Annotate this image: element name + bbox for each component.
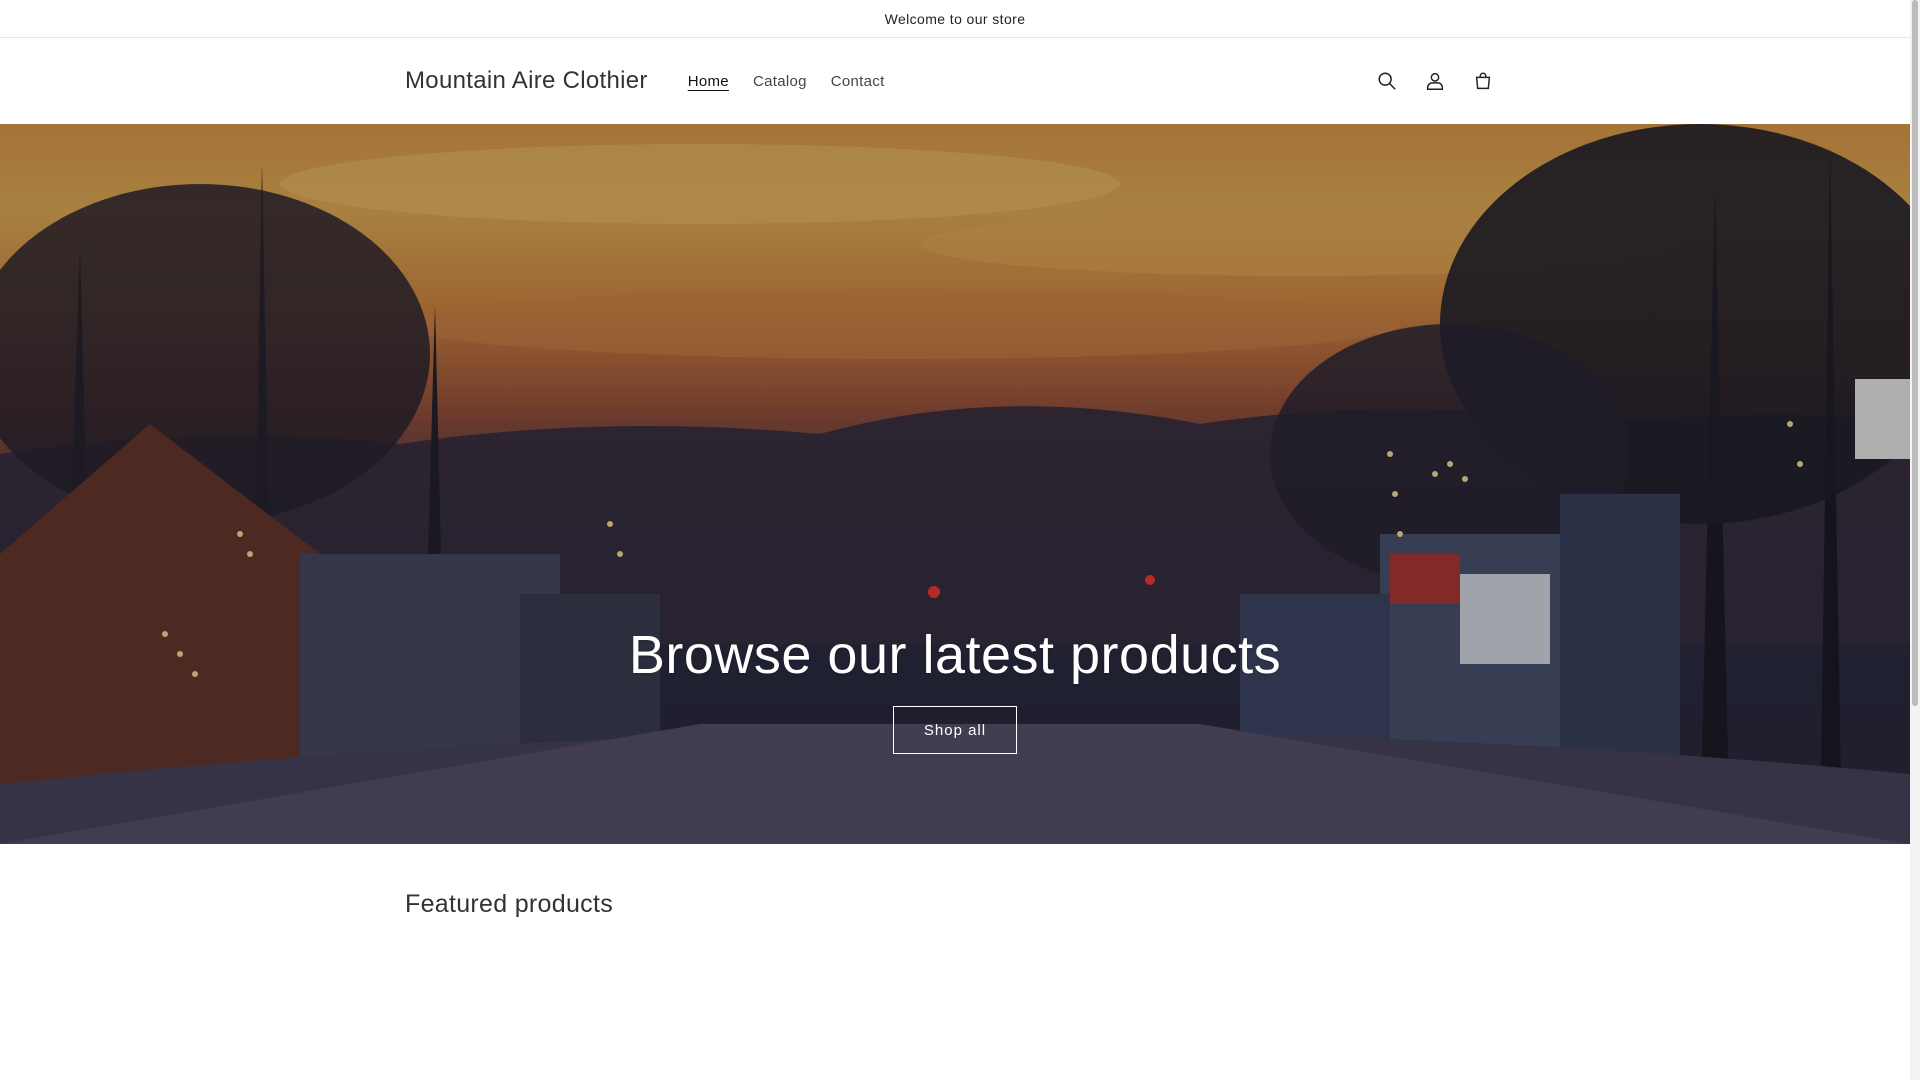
nav-contact[interactable]: Contact bbox=[819, 65, 897, 98]
store-content: Welcome to our store Mountain Aire Cloth… bbox=[0, 0, 1910, 1080]
scrollbar[interactable] bbox=[1910, 0, 1920, 1080]
announcement-text: Welcome to our store bbox=[884, 10, 1026, 27]
site-header: Mountain Aire Clothier Home Catalog Cont… bbox=[0, 38, 1910, 124]
shop-all-button[interactable]: Shop all bbox=[892, 706, 1018, 754]
cart-icon[interactable] bbox=[1461, 59, 1505, 103]
hero-title: Browse our latest products bbox=[628, 625, 1282, 685]
account-icon[interactable] bbox=[1413, 59, 1457, 103]
hero-content: Browse our latest products Shop all bbox=[0, 624, 1910, 754]
page: Welcome to our store Mountain Aire Cloth… bbox=[0, 0, 1920, 1080]
announcement-bar: Welcome to our store bbox=[0, 0, 1910, 38]
scrollbar-thumb[interactable] bbox=[1912, 0, 1918, 706]
store-logo[interactable]: Mountain Aire Clothier bbox=[405, 67, 648, 95]
main-nav: Home Catalog Contact bbox=[676, 65, 897, 98]
nav-home[interactable]: Home bbox=[676, 65, 741, 98]
search-icon[interactable] bbox=[1365, 59, 1409, 103]
header-icons bbox=[1365, 59, 1505, 103]
featured-products-heading: Featured products bbox=[405, 890, 613, 918]
hero-banner: Browse our latest products Shop all bbox=[0, 124, 1910, 844]
nav-catalog[interactable]: Catalog bbox=[741, 65, 819, 98]
